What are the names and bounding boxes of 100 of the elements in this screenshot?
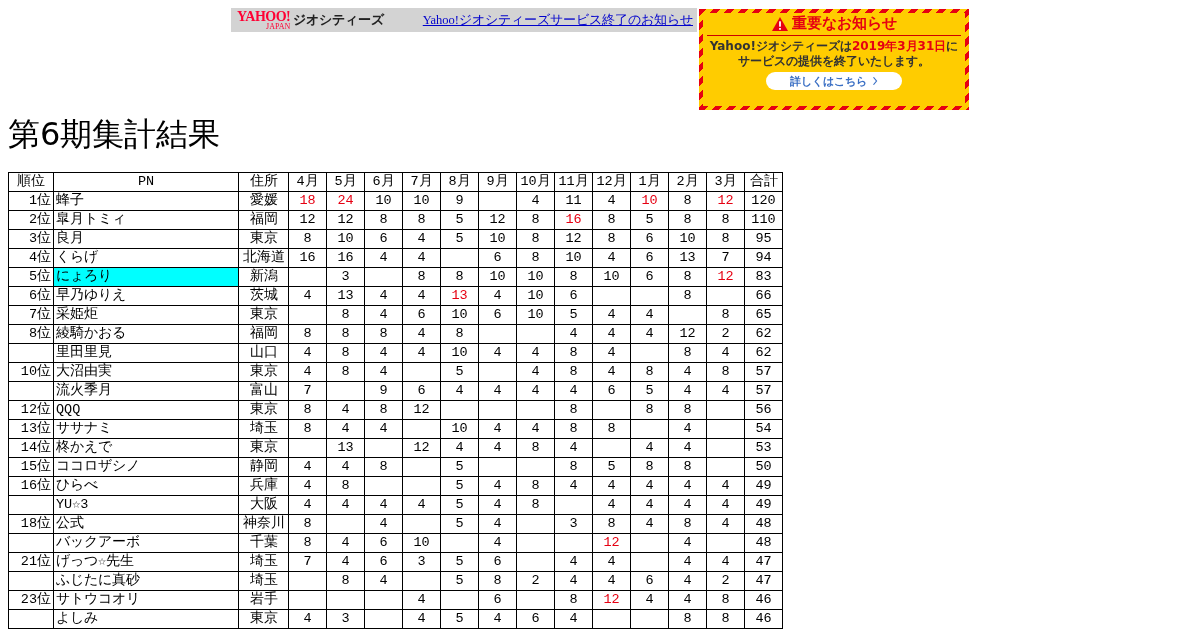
column-header: 9月 (478, 172, 517, 192)
total-cell: 49 (744, 476, 783, 496)
score-cell: 8 (478, 571, 517, 591)
score-cell: 8 (668, 457, 707, 477)
score-cell: 6 (630, 229, 669, 249)
score-cell: 5 (440, 571, 479, 591)
score-cell: 4 (478, 286, 517, 306)
location-cell: 東京 (238, 609, 289, 629)
score-cell: 12 (402, 438, 441, 458)
score-cell: 12 (592, 590, 631, 610)
score-cell: 4 (592, 324, 631, 344)
score-cell: 8 (326, 362, 365, 382)
score-cell: 16 (554, 210, 593, 230)
score-cell: 4 (668, 362, 707, 382)
score-cell: 4 (554, 381, 593, 401)
score-cell: 10 (440, 419, 479, 439)
notice-link[interactable]: Yahoo!ジオシティーズサービス終了のお知らせ (422, 11, 693, 29)
name-cell: げっつ☆先生 (53, 552, 239, 572)
rank-cell: 10位 (8, 362, 54, 382)
score-cell: 13 (326, 438, 365, 458)
score-cell: 4 (706, 552, 745, 572)
score-cell: 4 (478, 476, 517, 496)
score-cell: 8 (402, 267, 441, 287)
total-cell: 57 (744, 381, 783, 401)
score-cell: 13 (668, 248, 707, 268)
score-cell: 10 (668, 229, 707, 249)
rank-cell: 5位 (8, 267, 54, 287)
score-cell: 4 (402, 324, 441, 344)
score-cell: 4 (592, 571, 631, 591)
score-cell: 5 (440, 210, 479, 230)
details-button[interactable]: 詳しくはこちら (766, 72, 902, 90)
total-cell: 53 (744, 438, 783, 458)
score-cell: 4 (364, 362, 403, 382)
score-cell: 4 (478, 533, 517, 553)
name-cell: 柊かえで (53, 438, 239, 458)
score-cell: 4 (326, 419, 365, 439)
score-cell: 8 (630, 362, 669, 382)
logo[interactable]: YAHOO! JAPAN (237, 9, 291, 31)
page-heading: 第6期集計結果 (8, 114, 222, 154)
score-cell: 10 (554, 248, 593, 268)
score-cell: 4 (706, 514, 745, 534)
name-cell: よしみ (53, 609, 239, 629)
score-cell: 4 (364, 571, 403, 591)
rank-cell: 8位 (8, 324, 54, 344)
score-cell: 10 (326, 229, 365, 249)
name-cell: バックアーボ (53, 533, 239, 553)
score-cell: 6 (364, 533, 403, 553)
rank-cell: 2位 (8, 210, 54, 230)
score-cell: 4 (516, 381, 555, 401)
score-cell: 8 (288, 229, 327, 249)
score-cell: 10 (592, 267, 631, 287)
name-cell: サトウコオリ (53, 590, 239, 610)
score-cell: 5 (440, 495, 479, 515)
score-cell: 4 (554, 571, 593, 591)
score-cell: 12 (554, 229, 593, 249)
score-cell: 4 (288, 362, 327, 382)
total-cell: 48 (744, 533, 783, 553)
location-cell: 兵庫 (238, 476, 289, 496)
location-cell: 東京 (238, 400, 289, 420)
score-cell: 9 (440, 191, 479, 211)
score-cell: 8 (554, 419, 593, 439)
score-cell: 8 (516, 229, 555, 249)
score-cell: 4 (326, 400, 365, 420)
score-cell: 4 (668, 438, 707, 458)
score-cell: 4 (592, 305, 631, 325)
score-cell: 4 (668, 533, 707, 553)
score-cell: 4 (364, 495, 403, 515)
score-cell: 6 (478, 552, 517, 572)
score-cell: 4 (592, 248, 631, 268)
name-cell: 里田里見 (53, 343, 239, 363)
score-cell: 4 (288, 495, 327, 515)
service-name: ジオシティーズ (293, 11, 385, 29)
chevron-icon (872, 76, 878, 86)
score-cell: 8 (288, 419, 327, 439)
score-cell: 8 (402, 210, 441, 230)
location-cell: 北海道 (238, 248, 289, 268)
score-cell: 4 (364, 305, 403, 325)
location-cell: 東京 (238, 229, 289, 249)
score-cell: 4 (630, 495, 669, 515)
location-cell: 埼玉 (238, 571, 289, 591)
score-cell: 4 (516, 343, 555, 363)
score-cell: 4 (630, 438, 669, 458)
rank-cell: 1位 (8, 191, 54, 211)
score-cell: 6 (630, 248, 669, 268)
score-cell: 8 (668, 191, 707, 211)
score-cell: 4 (364, 248, 403, 268)
total-cell: 47 (744, 552, 783, 572)
score-cell: 4 (478, 609, 517, 629)
score-cell: 8 (706, 210, 745, 230)
rank-cell: 23位 (8, 590, 54, 610)
score-cell: 5 (440, 362, 479, 382)
score-cell: 8 (364, 400, 403, 420)
score-cell: 4 (554, 609, 593, 629)
score-cell: 12 (706, 267, 745, 287)
total-cell: 62 (744, 343, 783, 363)
score-cell: 8 (706, 609, 745, 629)
name-cell: 采姫炬 (53, 305, 239, 325)
score-cell: 8 (592, 419, 631, 439)
score-cell: 12 (288, 210, 327, 230)
score-cell: 4 (364, 514, 403, 534)
